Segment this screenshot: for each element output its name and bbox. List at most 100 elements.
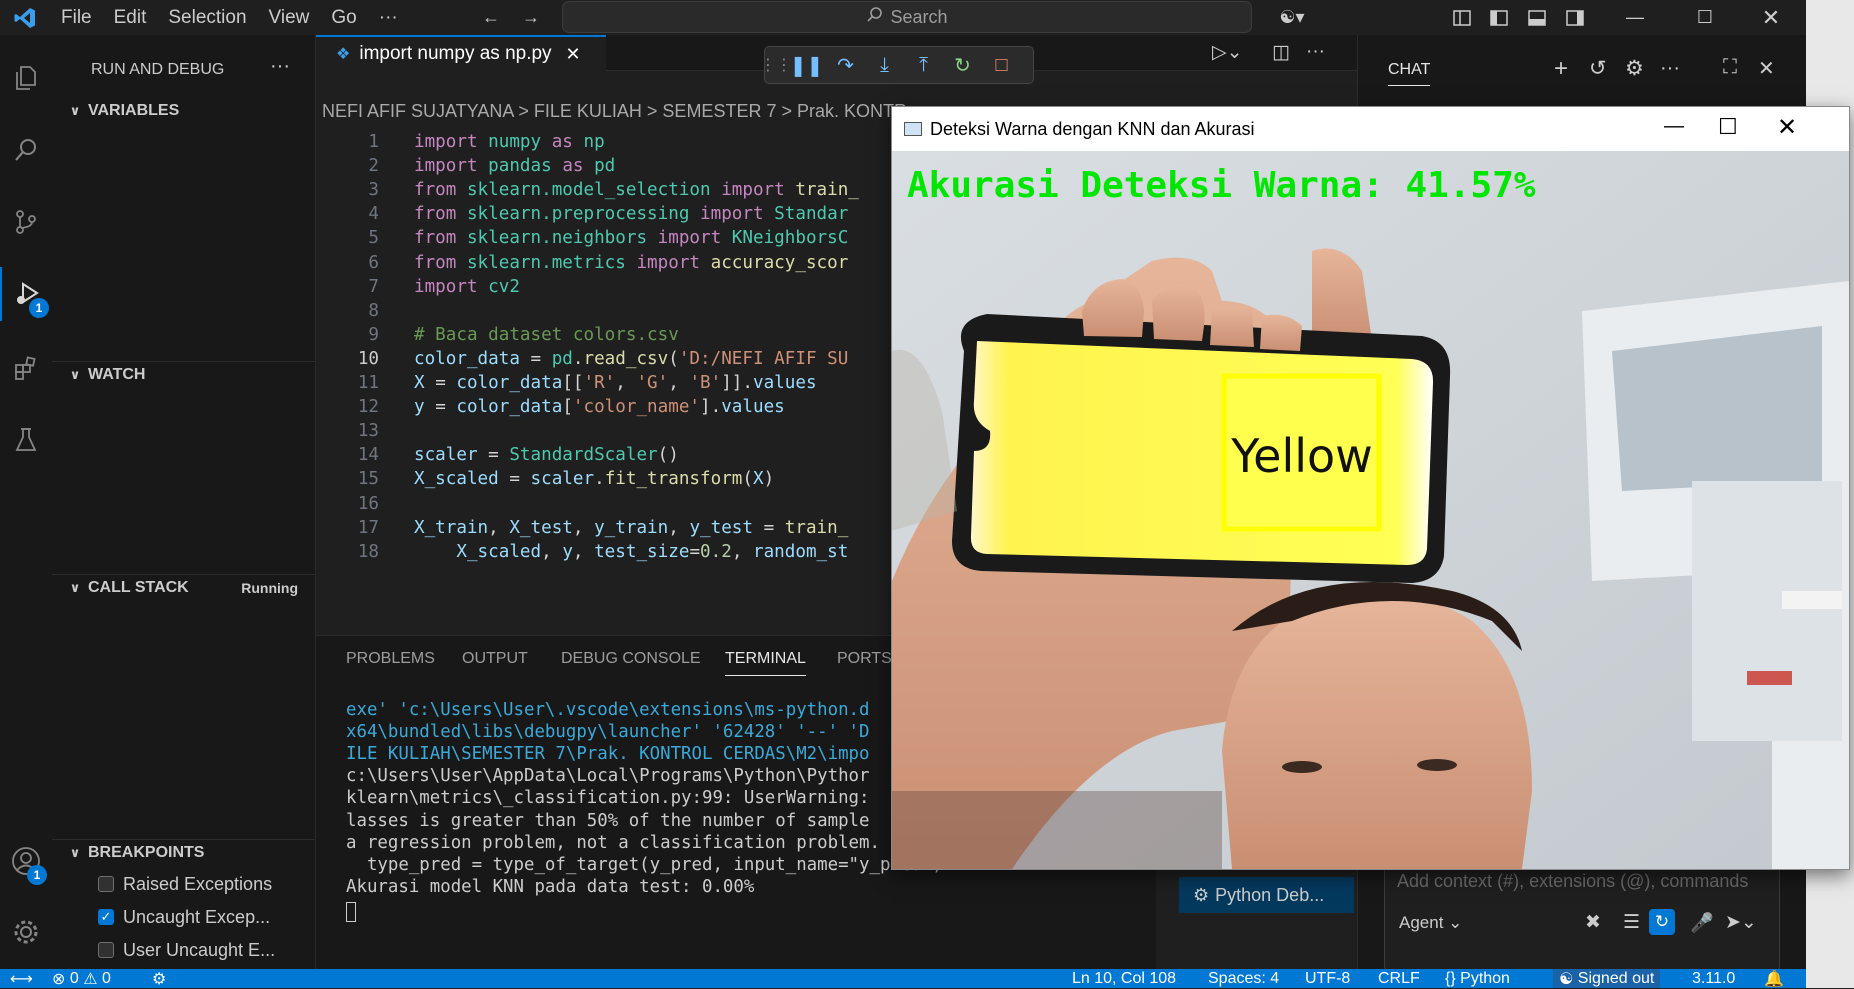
code-line[interactable]: 5 from sklearn.neighbors import KNeighbor…: [316, 226, 848, 250]
notifications-bell-icon[interactable]: 🔔: [1764, 969, 1784, 988]
drag-handle-icon[interactable]: ⋮⋮: [760, 47, 792, 83]
chat-more-icon[interactable]: ···: [1660, 57, 1680, 80]
call-stack-section-header[interactable]: ∨ CALL STACK Running: [52, 574, 316, 600]
code-line[interactable]: 2 import pandas as pd: [316, 154, 615, 178]
code-line[interactable]: 9 # Baca dataset colors.csv: [316, 323, 678, 347]
breadcrumb[interactable]: NEFI AFIF SUJATYANA > FILE KULIAH > SEME…: [322, 101, 907, 122]
maximize-icon[interactable]: ☐: [1690, 0, 1720, 35]
code-line[interactable]: 12 y = color_data['color_name'].values: [316, 395, 785, 419]
code-line[interactable]: 8: [316, 299, 414, 323]
forward-arrow-icon[interactable]: →: [518, 0, 544, 35]
microphone-icon[interactable]: 🎤: [1690, 911, 1714, 935]
debug-status-icon[interactable]: ⚙: [152, 969, 166, 988]
split-editor-icon[interactable]: ◫: [1272, 41, 1290, 64]
checkbox[interactable]: [98, 942, 114, 958]
watch-section-header[interactable]: ∨ WATCH: [52, 361, 316, 387]
editor-more-icon[interactable]: ···: [1306, 41, 1325, 63]
editor-tab-active[interactable]: ❖ import numpy as np.py ✕: [316, 35, 606, 71]
menu-selection[interactable]: Selection: [157, 7, 257, 29]
checkbox-checked[interactable]: ✓: [98, 909, 114, 925]
menu-go[interactable]: Go: [320, 7, 367, 29]
stop-icon[interactable]: □: [982, 47, 1021, 83]
customize-layout-icon[interactable]: [1450, 0, 1474, 35]
toggle-sidebar-icon[interactable]: [1487, 0, 1511, 35]
agent-mode-dropdown[interactable]: Agent ⌄: [1399, 913, 1462, 933]
minimize-icon[interactable]: —: [1620, 0, 1650, 35]
extensions-icon[interactable]: [0, 342, 52, 396]
breakpoint-raised-exceptions[interactable]: Raised Exceptions: [98, 869, 272, 899]
new-chat-plus-icon[interactable]: +: [1554, 55, 1568, 83]
maximize-panel-icon[interactable]: ⛶: [1723, 56, 1737, 79]
tab-debug-console[interactable]: DEBUG CONSOLE: [561, 650, 701, 668]
python-version[interactable]: 3.11.0: [1692, 969, 1735, 988]
step-into-icon[interactable]: ⤓: [865, 47, 904, 83]
window-close-icon[interactable]: ✕: [1777, 113, 1797, 142]
code-line[interactable]: 13: [316, 419, 414, 443]
cursor-position[interactable]: Ln 10, Col 108: [1072, 969, 1176, 988]
close-chat-icon[interactable]: ✕: [1758, 56, 1775, 81]
settings-gear-icon[interactable]: [0, 905, 52, 959]
indentation[interactable]: Spaces: 4: [1208, 969, 1279, 988]
code-line[interactable]: 16: [316, 492, 414, 516]
code-line[interactable]: 1 import numpy as np: [316, 130, 604, 154]
checkbox[interactable]: [98, 876, 114, 892]
restart-icon[interactable]: ↻: [943, 47, 982, 83]
tools-icon[interactable]: ✖: [1585, 911, 1601, 934]
refresh-icon[interactable]: ↻: [1649, 909, 1675, 935]
back-arrow-icon[interactable]: ←: [478, 0, 504, 35]
code-line[interactable]: 15 X_scaled = scaler.fit_transform(X): [316, 467, 774, 491]
window-maximize-icon[interactable]: ☐: [1718, 114, 1738, 140]
chat-input-box[interactable]: Add context (#), extensions (@), command…: [1384, 862, 1780, 972]
explorer-icon[interactable]: [0, 51, 52, 105]
terminal-list-item[interactable]: ⚙ Python Deb...: [1179, 877, 1354, 913]
breakpoint-user-uncaught[interactable]: User Uncaught E...: [98, 935, 275, 965]
language-mode[interactable]: {} Python: [1445, 969, 1510, 988]
copilot-account-status[interactable]: ☯ Signed out: [1553, 969, 1661, 988]
code-line[interactable]: 14 scaler = StandardScaler(): [316, 443, 679, 467]
encoding[interactable]: UTF-8: [1305, 969, 1350, 988]
history-icon[interactable]: ↺: [1589, 56, 1607, 81]
menu-edit[interactable]: Edit: [103, 7, 158, 29]
tab-problems[interactable]: PROBLEMS: [346, 650, 435, 668]
menu-file[interactable]: File: [50, 7, 103, 29]
opencv-window-titlebar[interactable]: Deteksi Warna dengan KNN dan Akurasi — ☐…: [892, 107, 1849, 151]
variables-section-header[interactable]: ∨ VARIABLES: [52, 98, 316, 124]
code-line[interactable]: 6 from sklearn.metrics import accuracy_sc…: [316, 251, 848, 275]
tab-terminal[interactable]: TERMINAL: [725, 650, 806, 676]
code-line[interactable]: 18 X_scaled, y, test_size=0.2, random_st: [316, 540, 849, 564]
step-out-icon[interactable]: ⤒: [904, 47, 943, 83]
account-icon[interactable]: 1: [0, 834, 52, 888]
tab-close-icon[interactable]: ✕: [566, 44, 581, 65]
toggle-panel-icon[interactable]: [1525, 0, 1549, 35]
step-over-icon[interactable]: ↷: [826, 47, 865, 83]
breakpoints-section-header[interactable]: ∨ BREAKPOINTS: [52, 839, 316, 865]
search-view-icon[interactable]: [0, 123, 52, 177]
code-line[interactable]: 3 from sklearn.model_selection import tra…: [316, 178, 859, 202]
tab-ports[interactable]: PORTS: [837, 650, 892, 668]
command-center-search[interactable]: Search: [562, 1, 1252, 33]
problems-indicator[interactable]: ⊗ 0 ⚠ 0: [52, 969, 111, 988]
chat-title[interactable]: CHAT: [1388, 61, 1431, 86]
code-line[interactable]: 4 from sklearn.preprocessing import Stand…: [316, 202, 848, 226]
menu-more[interactable]: ···: [368, 7, 409, 29]
menu-view[interactable]: View: [258, 7, 321, 29]
run-and-debug-icon[interactable]: 1: [0, 267, 52, 321]
toggle-secondary-sidebar-icon[interactable]: [1563, 0, 1587, 35]
source-control-icon[interactable]: [0, 195, 52, 249]
pause-icon[interactable]: ❚❚: [787, 47, 826, 83]
testing-flask-icon[interactable]: [0, 413, 52, 467]
code-editor[interactable]: 1 import numpy as np 2 import pandas as pd 3…: [316, 130, 896, 635]
breakpoint-uncaught-exceptions[interactable]: ✓ Uncaught Excep...: [98, 902, 270, 932]
run-python-file-icon[interactable]: ▷⌄: [1212, 41, 1243, 64]
sidebar-more-icon[interactable]: ···: [270, 55, 290, 78]
tab-output[interactable]: OUTPUT: [462, 650, 528, 668]
send-icon[interactable]: ➤⌄: [1725, 911, 1757, 934]
chat-settings-gear-icon[interactable]: ⚙: [1625, 56, 1644, 81]
list-icon[interactable]: ☰: [1623, 911, 1640, 934]
code-line[interactable]: 7 import cv2: [316, 275, 520, 299]
line-endings[interactable]: CRLF: [1378, 969, 1420, 988]
remote-icon[interactable]: ⟷: [10, 969, 33, 988]
code-line[interactable]: 17 X_train, X_test, y_train, y_test = tra…: [316, 516, 849, 540]
window-minimize-icon[interactable]: —: [1664, 115, 1684, 138]
close-icon[interactable]: ✕: [1756, 0, 1786, 35]
